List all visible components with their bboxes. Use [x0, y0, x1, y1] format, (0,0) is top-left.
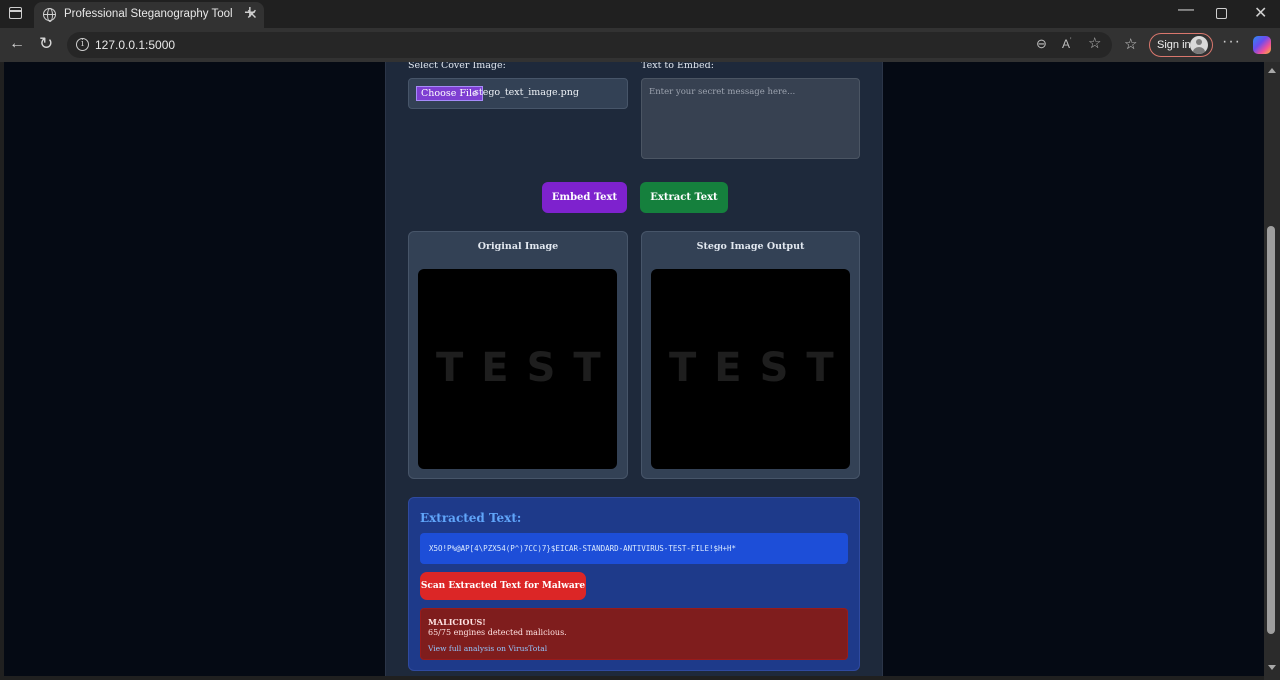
page-viewport: Select Cover Image: Text to Embed: Choos…: [4, 62, 1264, 676]
read-aloud-icon[interactable]: Aʼ: [1062, 37, 1072, 51]
virustotal-link[interactable]: View full analysis on VirusTotal: [428, 644, 547, 653]
reload-icon[interactable]: ↻: [39, 35, 53, 53]
zoom-out-icon[interactable]: ⊖: [1036, 36, 1047, 52]
cover-image-label: Select Cover Image:: [408, 62, 506, 71]
window-close-icon[interactable]: ✕: [1254, 3, 1267, 23]
extracted-text-panel: Extracted Text: X5O!P%@AP[4\PZX54(P^)7CC…: [408, 497, 860, 671]
scrollbar-thumb[interactable]: [1267, 226, 1275, 634]
embed-text-button[interactable]: Embed Text: [542, 182, 627, 213]
original-image-text: TEST: [436, 345, 617, 391]
minimize-icon[interactable]: —: [1178, 1, 1194, 19]
extracted-text-output[interactable]: X5O!P%@AP[4\PZX54(P^)7CC)7}$EICAR-STANDA…: [420, 533, 848, 564]
window-bottom-edge: [0, 676, 1264, 680]
text-embed-label: Text to Embed:: [641, 62, 714, 71]
scan-result-detail: 65/75 engines detected malicious.: [428, 628, 567, 637]
favorite-star-icon[interactable]: ☆: [1088, 34, 1101, 52]
extract-text-button[interactable]: Extract Text: [640, 182, 728, 213]
plus-icon[interactable]: +: [244, 2, 256, 24]
tab-title: Professional Steganography Tool: [64, 8, 233, 20]
original-image-title: Original Image: [477, 241, 559, 252]
globe-icon: [43, 8, 56, 22]
maximize-icon[interactable]: [1216, 8, 1227, 19]
favorites-icon[interactable]: ☆: [1124, 35, 1137, 53]
stego-image-text: TEST: [669, 345, 850, 391]
avatar: [1190, 36, 1208, 54]
scan-result-box: MALICIOUS! 65/75 engines detected malici…: [420, 608, 848, 660]
window-menu-icon[interactable]: [9, 7, 22, 19]
back-arrow-icon[interactable]: ←: [9, 35, 25, 53]
original-image-card: Original Image TEST: [408, 231, 628, 479]
scan-malware-button[interactable]: Scan Extracted Text for Malware: [420, 572, 586, 600]
stego-image: TEST: [651, 269, 850, 469]
browser-tab-bar: Professional Steganography Tool ✕ + — ✕: [0, 0, 1280, 28]
scroll-up-arrow-icon[interactable]: [1268, 68, 1276, 73]
more-icon[interactable]: ···: [1222, 33, 1241, 51]
browser-toolbar: ← ↻ i 127.0.0.1:5000 ⊖ Aʼ ☆ ☆ Sign in ··…: [0, 28, 1280, 62]
secret-message-input[interactable]: [641, 78, 860, 159]
stego-image-title: Stego Image Output: [696, 241, 805, 252]
original-image: TEST: [418, 269, 617, 469]
selected-file-name: stego_text_image.png: [474, 87, 579, 98]
stego-image-card: Stego Image Output TEST: [641, 231, 860, 479]
page-scrollbar[interactable]: [1264, 62, 1280, 680]
cover-image-file-input[interactable]: Choose File stego_text_image.png: [408, 78, 628, 109]
browser-tab[interactable]: Professional Steganography Tool ✕: [34, 2, 264, 28]
sign-in-button[interactable]: Sign in: [1149, 33, 1213, 57]
info-icon[interactable]: i: [76, 38, 89, 51]
url-text[interactable]: 127.0.0.1:5000: [95, 38, 175, 52]
choose-file-button[interactable]: Choose File: [416, 86, 483, 101]
scroll-down-arrow-icon[interactable]: [1268, 665, 1276, 670]
scan-result-status: MALICIOUS!: [428, 617, 486, 627]
sign-in-label: Sign in: [1157, 39, 1191, 51]
extracted-text-title: Extracted Text:: [420, 511, 522, 525]
copilot-icon[interactable]: [1253, 36, 1271, 54]
steganography-app: Select Cover Image: Text to Embed: Choos…: [385, 62, 883, 676]
address-bar[interactable]: i 127.0.0.1:5000 ⊖ Aʼ ☆: [67, 32, 1112, 58]
